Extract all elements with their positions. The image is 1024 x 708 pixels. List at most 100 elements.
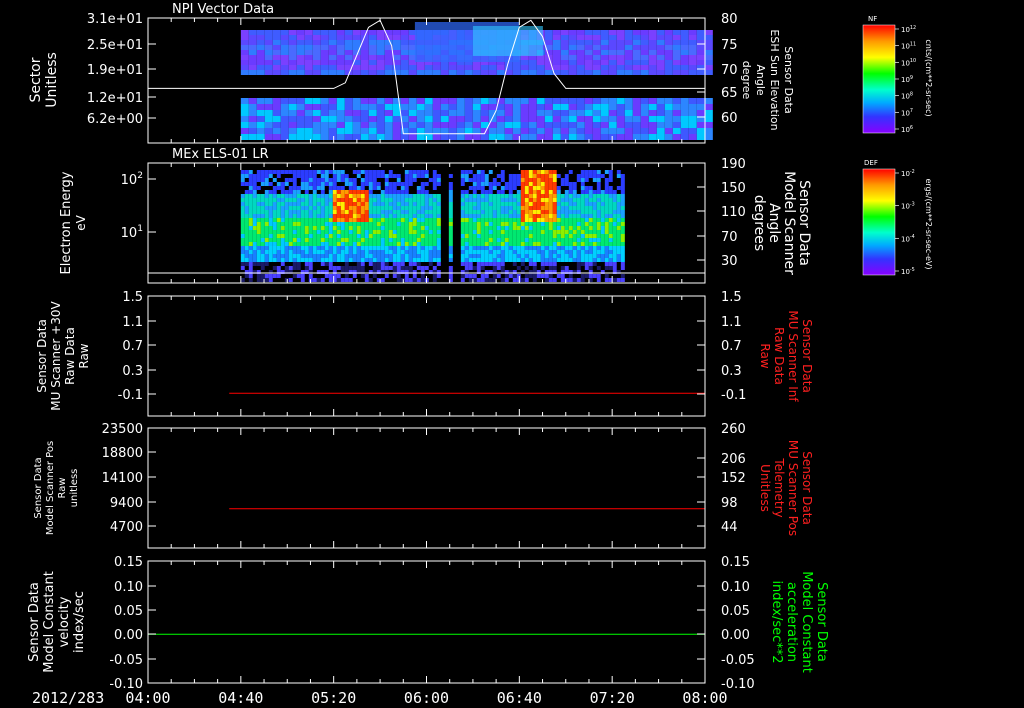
npi-cell (416, 122, 425, 128)
els-cell (476, 178, 481, 182)
els-cell (600, 202, 605, 206)
xtick-label: 08:00 (682, 689, 727, 707)
npi-cell (464, 122, 473, 128)
els-cell (252, 170, 257, 174)
els-cell (340, 254, 345, 258)
els-cell (328, 274, 333, 278)
npi-cell (320, 70, 329, 75)
npi-cell (504, 110, 513, 116)
els-cell (428, 190, 433, 194)
els-cell (384, 254, 389, 258)
npi-cell (608, 116, 617, 122)
colorbar-tick-label: 106 (901, 125, 913, 134)
npi-cell (416, 70, 425, 75)
npi-cell (312, 104, 321, 110)
npi-cell (592, 98, 601, 104)
els-cell (620, 278, 625, 282)
npi-cell (544, 128, 553, 134)
els-cell (592, 206, 597, 210)
els-cell (372, 170, 377, 174)
els-cell (396, 226, 401, 230)
els-cell (504, 174, 509, 178)
els-cell (428, 242, 433, 246)
els-cell (588, 222, 593, 226)
els-cell (384, 242, 389, 246)
els-cell (500, 182, 505, 186)
npi-cell (568, 128, 577, 134)
npi-cell (368, 98, 377, 104)
els-cell (312, 230, 317, 234)
els-cell (256, 190, 261, 194)
npi-cell (696, 45, 705, 50)
els-cell (312, 194, 317, 198)
els-cell (620, 242, 625, 246)
els-cell (424, 230, 429, 234)
els-cell (596, 226, 601, 230)
ytick-left-label: -0.05 (109, 653, 143, 668)
npi-cell (568, 40, 577, 45)
els-cell (588, 206, 593, 210)
els-cell (420, 250, 425, 254)
els-cell (584, 226, 589, 230)
els-cell (576, 186, 581, 190)
els-cell (524, 274, 529, 278)
els-cell (608, 178, 613, 182)
els-cell (260, 170, 265, 174)
els-cell (256, 206, 261, 210)
npi-cell (600, 116, 609, 122)
els-cell (576, 242, 581, 246)
els-cell (328, 214, 333, 218)
els-cell (544, 278, 549, 282)
els-cell (252, 242, 257, 246)
els-cell (564, 178, 569, 182)
els-cell (504, 262, 509, 266)
els-cell (480, 178, 485, 182)
els-cell (268, 230, 273, 234)
els-cell (280, 182, 285, 186)
npi-cell (568, 45, 577, 50)
els-cell (448, 238, 453, 242)
els-cell (360, 218, 365, 222)
els-cell (312, 190, 317, 194)
els-cell (376, 182, 381, 186)
els-cell (528, 266, 533, 270)
els-cell (280, 226, 285, 230)
els-cell (496, 174, 501, 178)
els-cell (528, 174, 533, 178)
els-cell (532, 250, 537, 254)
npi-cell (280, 45, 289, 50)
els-cell (264, 202, 269, 206)
els-cell (404, 246, 409, 250)
npi-cell (240, 70, 249, 75)
els-cell (244, 178, 249, 182)
els-cell (308, 210, 313, 214)
npi-cell (632, 128, 641, 134)
els-cell (592, 242, 597, 246)
els-cell (300, 186, 305, 190)
els-cell (280, 198, 285, 202)
npi-cell (392, 134, 401, 140)
els-cell (264, 266, 269, 270)
npi-cell (584, 55, 593, 60)
els-cell (448, 254, 453, 258)
els-cell (276, 266, 281, 270)
npi-cell (656, 35, 665, 40)
els-cell (604, 178, 609, 182)
npi-cell (304, 128, 313, 134)
els-cell (604, 274, 609, 278)
npi-cell (472, 116, 481, 122)
npi-cell (336, 70, 345, 75)
els-cell (532, 222, 537, 226)
els-cell (500, 194, 505, 198)
ytick-left-label: 1.9e+01 (87, 63, 143, 78)
els-cell (396, 186, 401, 190)
npi-cell (432, 128, 441, 134)
els-cell (332, 206, 337, 210)
els-cell (560, 234, 565, 238)
els-cell (340, 222, 345, 226)
npi-cell (672, 60, 681, 65)
els-cell (332, 254, 337, 258)
els-cell (316, 238, 321, 242)
els-cell (292, 174, 297, 178)
ytick-left-label: 4700 (110, 520, 143, 535)
